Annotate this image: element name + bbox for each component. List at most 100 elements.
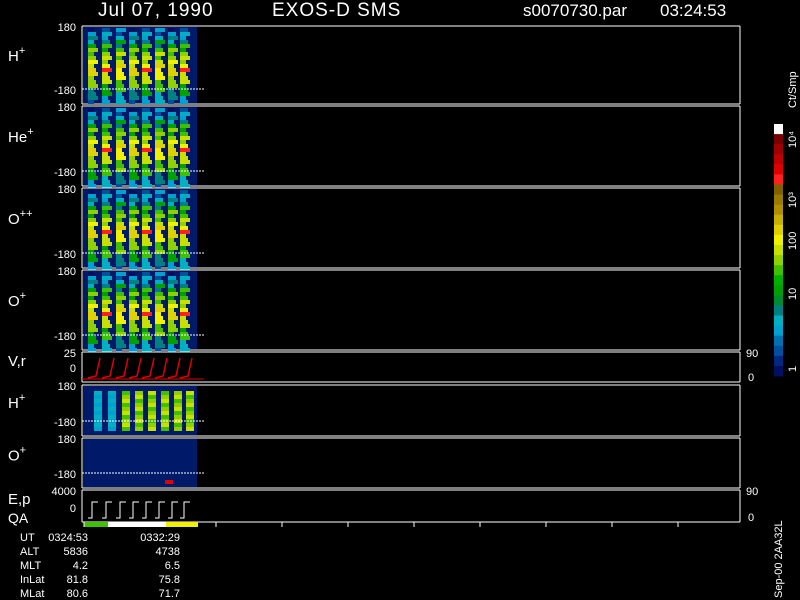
spectrogram-cell: [102, 276, 112, 280]
spectrogram-cell: [116, 214, 126, 218]
spectrogram-cell: [155, 214, 165, 218]
spectrogram-cell: [122, 423, 130, 427]
panel-he_plus: He+ 180 -180: [8, 102, 741, 188]
spectrogram-background: [83, 107, 197, 185]
panel-ep: E,p QA 4000 0 90 0: [8, 486, 758, 527]
spectrogram-cell: [168, 144, 174, 148]
spectrogram-cell: [88, 288, 96, 292]
spectrogram-cell: [168, 156, 174, 160]
spectrogram-cell: [129, 266, 137, 270]
spectrogram-cell: [142, 40, 150, 44]
spectrogram-cell: [88, 152, 98, 156]
spectrogram-cell: [116, 312, 122, 316]
spectrogram-cell: [129, 340, 139, 344]
spectrogram-cell: [186, 407, 194, 411]
spectrogram-cell: [180, 262, 188, 266]
spectrogram-cell: [116, 238, 126, 242]
colorbar-swatch: [774, 224, 783, 236]
spectrogram-cell: [129, 226, 135, 230]
spectrogram-cell: [88, 308, 94, 312]
right-axis-tick-top: 90: [746, 348, 758, 360]
spectrogram-cell: [142, 52, 150, 56]
spectrogram-cell: [180, 300, 190, 304]
colorbar-swatch: [774, 164, 783, 175]
energy-trace: [129, 501, 139, 519]
colorbar-swatch: [774, 134, 783, 145]
spectrogram-cell: [142, 56, 152, 60]
spectrogram-cell: [142, 136, 152, 140]
spectrogram-cell: [88, 184, 96, 188]
spectrogram-cell: [168, 226, 174, 230]
spectrogram-cell: [129, 144, 135, 148]
spectrogram-cell: [180, 324, 190, 328]
spectrogram-cell: [88, 32, 96, 36]
spectrogram-cell: [88, 84, 98, 88]
spectrogram-cell: [129, 136, 137, 140]
spectrogram-cell: [155, 80, 161, 84]
spectrogram-cell: [168, 214, 174, 218]
spectrogram-background: [83, 27, 197, 103]
spectrogram-cell: [108, 391, 116, 395]
spectrogram-cell: [116, 160, 122, 164]
spectrogram-cell: [155, 32, 161, 36]
spectrogram-cell: [88, 210, 98, 214]
footer-row-value-start: 81.8: [67, 574, 88, 586]
energy-trace: [102, 501, 112, 519]
spectrogram-cell: [129, 308, 135, 312]
spectrogram-cell: [116, 194, 122, 198]
spectrogram-cell: [116, 64, 126, 68]
spectrogram-cell: [180, 180, 188, 184]
spectrogram-cell: [129, 222, 139, 226]
axis-tick-bottom: 0: [70, 503, 76, 515]
spectrogram-cell: [88, 242, 96, 246]
spectrogram-cell: [142, 262, 150, 266]
spectrogram-cell: [102, 32, 112, 36]
spectrogram-cell: [168, 218, 176, 222]
colorbar-swatch: [774, 244, 783, 256]
spectrogram-cell: [102, 140, 108, 144]
spectrogram-cell: [142, 116, 148, 120]
spectrogram-cell: [129, 40, 135, 44]
spectrogram-cell: [116, 280, 124, 284]
spectrogram-cell: [142, 132, 150, 136]
spectrogram-cell: [155, 336, 161, 340]
spectrogram-background: [83, 189, 197, 267]
spectrogram-cell: [116, 180, 126, 184]
spectrogram-cell: [155, 288, 161, 292]
spectrogram-cell: [129, 28, 135, 32]
spectrogram-cell: [129, 230, 137, 234]
spectrogram-cell: [148, 415, 156, 419]
axis-tick-top: 4000: [52, 486, 76, 498]
spectrogram-cell: [122, 407, 130, 411]
spectrogram-cell: [129, 140, 139, 144]
spectrogram-cell: [102, 160, 112, 164]
spectrogram-cell: [180, 308, 188, 312]
spectrogram-cell: [142, 156, 150, 160]
spectrogram-cell: [155, 246, 163, 250]
spectrogram-cell: [116, 206, 122, 210]
spectrogram-cell: [129, 80, 137, 84]
spectrogram-cell: [102, 80, 112, 84]
spectrogram-cell: [94, 407, 102, 411]
spectrogram-cell: [168, 160, 176, 164]
panel-label: O++: [8, 208, 33, 228]
spectrogram-cell: [102, 304, 108, 308]
spectrogram-cell: [174, 395, 182, 399]
spectrogram-cell: [129, 214, 135, 218]
spectrogram-cell: [168, 276, 176, 280]
spectrogram-cell: [116, 56, 122, 60]
spectrogram-cell: [180, 246, 186, 250]
spectrogram-cell: [155, 76, 165, 80]
spectrogram-cell: [142, 300, 152, 304]
spectrogram-cell: [129, 210, 139, 214]
spectrogram-cell: [180, 60, 186, 64]
spectrogram-cell: [102, 180, 110, 184]
spectrogram-cell: [142, 144, 150, 148]
spectrogram-cell: [116, 68, 122, 72]
spectrogram-cell: [155, 272, 165, 276]
spectrogram-cell: [94, 395, 102, 399]
spectrogram-cell: [186, 395, 194, 399]
spectrogram-cell: [88, 96, 98, 100]
spectrogram-cell: [116, 320, 126, 324]
spectrogram-figure: Jul 07, 1990 EXOS-D SMS s0070730.par 03:…: [8, 0, 799, 600]
